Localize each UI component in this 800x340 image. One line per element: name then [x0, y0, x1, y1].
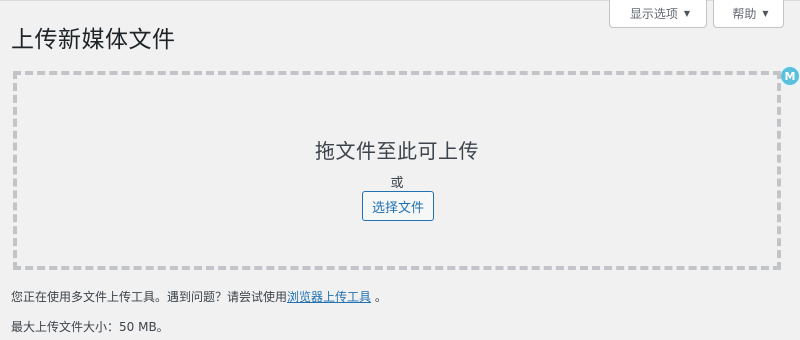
help-button[interactable]: 帮助 ▼	[713, 0, 784, 28]
extension-badge-letter: M	[784, 69, 796, 83]
drop-or-text: 或	[390, 176, 404, 191]
page-title: 上传新媒体文件	[11, 27, 176, 53]
caret-down-icon: ▼	[762, 8, 769, 18]
drop-instructions: 拖文件至此可上传	[315, 139, 479, 163]
uploader-note-suffix: 。	[371, 290, 387, 304]
help-label: 帮助	[732, 7, 757, 21]
uploader-note: 您正在使用多文件上传工具。遇到问题？请尝试使用浏览器上传工具 。	[11, 288, 387, 305]
caret-down-icon: ▼	[683, 8, 691, 18]
max-upload-size: 最大上传文件大小：50 MB。	[11, 320, 169, 334]
screen-options-button[interactable]: 显示选项 ▼	[609, 0, 707, 28]
browser-uploader-link[interactable]: 浏览器上传工具	[287, 290, 371, 304]
extension-badge-icon[interactable]: M	[779, 65, 800, 87]
uploader-note-text: 您正在使用多文件上传工具。遇到问题？请尝试使用	[11, 290, 288, 304]
select-files-button[interactable]: 选择文件	[362, 191, 434, 221]
upload-drop-zone[interactable]: 拖文件至此可上传 或 选择文件	[13, 71, 781, 270]
screen-meta-links: 显示选项 ▼ 帮助 ▼	[609, 0, 784, 28]
screen-options-label: 显示选项	[629, 7, 678, 21]
